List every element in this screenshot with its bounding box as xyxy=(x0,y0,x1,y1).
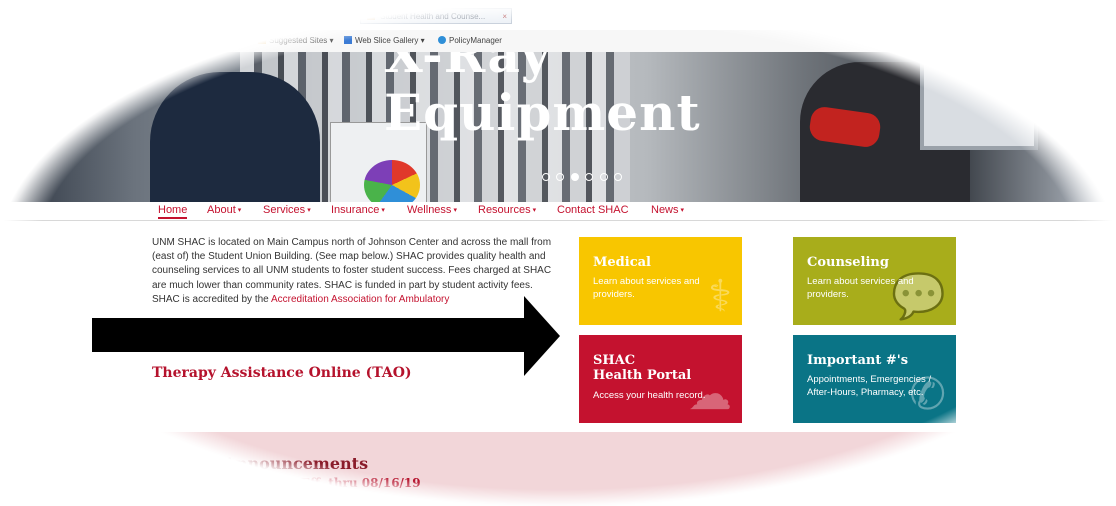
carousel-dot-active[interactable] xyxy=(570,173,579,181)
nav-services[interactable]: Services ▾ xyxy=(263,204,311,216)
chevron-down-icon: ▾ xyxy=(381,207,385,214)
nav-news[interactable]: News ▾ xyxy=(651,204,684,216)
nav-resources[interactable]: Resources ▾ xyxy=(478,204,536,216)
accreditation-link[interactable]: Accreditation Association for Ambulatory xyxy=(271,294,449,305)
hero-carousel[interactable]: X-Ray Equipment xyxy=(0,52,1116,202)
close-tab-icon[interactable]: × xyxy=(502,9,507,23)
health-portal-tile[interactable]: SHAC Health Portal Access your health re… xyxy=(579,335,742,423)
annotation-arrow-shaft xyxy=(92,318,528,352)
important-numbers-tile[interactable]: Important #'s Appointments, Emergencies … xyxy=(793,335,956,423)
announcements-title: SHAC Announcements xyxy=(166,454,369,473)
nav-contact[interactable]: Contact SHAC xyxy=(557,204,629,216)
page-favicon-icon xyxy=(367,12,375,20)
favorites-bar: Suggested Sites ▾ Web Slice Gallery ▾ Po… xyxy=(0,30,1116,53)
chevron-down-icon: ▾ xyxy=(532,207,537,214)
medical-tile-text: Learn about services and providers. xyxy=(593,276,700,300)
counseling-tile[interactable]: Counseling Learn about services and prov… xyxy=(793,237,956,325)
web-slice-icon xyxy=(344,36,352,44)
hero-xray-monitor xyxy=(920,52,1038,150)
counseling-tile-text: Learn about services and providers. xyxy=(807,276,914,300)
tab-title: Student Health and Counse... xyxy=(380,12,486,21)
annotation-arrow-head xyxy=(524,296,560,376)
nav-home[interactable]: Home xyxy=(158,204,188,219)
important-numbers-tile-title: Important #'s xyxy=(807,353,909,368)
carousel-dot[interactable] xyxy=(614,173,623,181)
favorite-web-slice-gallery[interactable]: Web Slice Gallery ▾ xyxy=(344,36,425,45)
chevron-down-icon: ▾ xyxy=(237,207,242,214)
suggested-sites-icon xyxy=(258,36,266,44)
nav-about[interactable]: About ▾ xyxy=(207,204,241,216)
counseling-tile-title: Counseling xyxy=(807,255,889,270)
important-numbers-tile-text: Appointments, Emergencies / After-Hours,… xyxy=(807,374,932,398)
policy-manager-icon xyxy=(438,36,446,44)
browser-tab-strip: Student Health and Counse... × xyxy=(0,0,1116,30)
announcements-panel: SHAC Announcements Summer 2019: Eff. thr… xyxy=(152,432,984,506)
announcements-subtitle: Summer 2019: Eff. thru 08/16/19 xyxy=(198,476,421,490)
main-nav: Home About ▾ Services ▾ Insurance ▾ Wellnes… xyxy=(0,202,1116,221)
chevron-down-icon: ▾ xyxy=(307,207,311,214)
hero-pie-chart-image xyxy=(364,160,420,202)
medical-tile[interactable]: Medical Learn about services and provide… xyxy=(579,237,742,325)
nav-wellness[interactable]: Wellness ▾ xyxy=(407,204,457,216)
carousel-dot[interactable] xyxy=(599,173,608,181)
favorite-suggested-sites[interactable]: Suggested Sites ▾ xyxy=(258,36,334,45)
intro-paragraph: UNM SHAC is located on Main Campus north… xyxy=(152,237,552,305)
medical-tile-title: Medical xyxy=(593,255,651,270)
carousel-dot[interactable] xyxy=(585,173,594,181)
hero-person-left xyxy=(150,72,320,202)
favorite-policy-manager[interactable]: PolicyManager xyxy=(438,36,502,45)
nav-insurance[interactable]: Insurance ▾ xyxy=(331,204,385,216)
carousel-dot[interactable] xyxy=(542,173,550,181)
chevron-down-icon: ▾ xyxy=(680,207,685,214)
health-portal-tile-text: Access your health record. xyxy=(593,390,706,401)
announcements-hours: 8:00 AM-5:00 PM xyxy=(248,496,318,506)
chevron-down-icon: ▾ xyxy=(453,207,457,214)
tao-link[interactable]: Therapy Assistance Online (TAO) xyxy=(152,365,412,381)
carousel-indicators xyxy=(542,168,624,186)
carousel-dot[interactable] xyxy=(556,173,565,181)
browser-tab[interactable]: Student Health and Counse... × xyxy=(360,8,512,24)
hero-title: X-Ray Equipment xyxy=(384,52,701,142)
